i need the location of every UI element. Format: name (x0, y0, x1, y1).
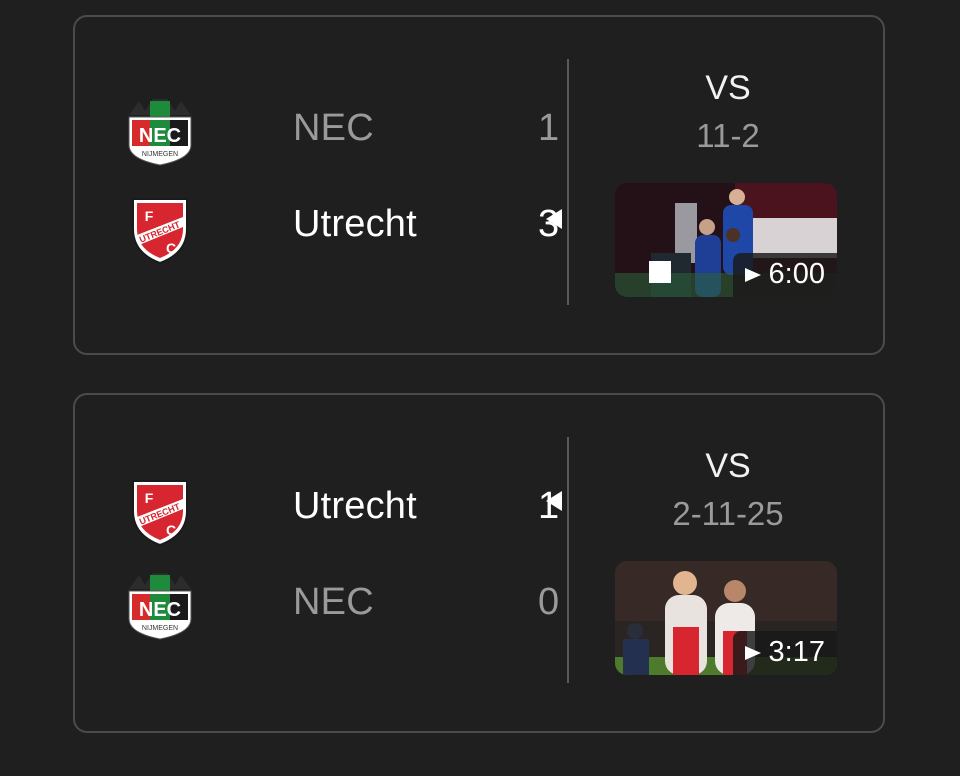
winner-indicator-icon (546, 491, 562, 511)
team-score: 1 (538, 107, 560, 149)
team-row-away: NEC NIJMEGEN NEC 0 (123, 563, 563, 643)
team-row-home: F C UTRECHT Utrecht 1 (123, 467, 563, 547)
match-card-2[interactable]: F C UTRECHT Utrecht 1 NEC NIJMEGEN NEC 0… (73, 393, 885, 733)
svg-text:C: C (166, 522, 176, 538)
nec-nijmegen-logo: NEC NIJMEGEN (128, 573, 192, 640)
match-card-1[interactable]: NEC NIJMEGEN NEC 1 F C UTRECHT Utrecht 3… (73, 15, 885, 355)
team-score: 0 (538, 581, 560, 623)
play-icon (744, 267, 761, 282)
video-thumbnail[interactable]: 3:17 (615, 561, 837, 675)
svg-text:NEC: NEC (139, 599, 181, 621)
play-icon (744, 645, 761, 660)
svg-text:F: F (145, 208, 154, 224)
team-name: Utrecht (293, 203, 417, 245)
video-duration-badge: 6:00 (732, 253, 837, 297)
divider (567, 59, 569, 305)
team-name: Utrecht (293, 485, 417, 527)
video-duration: 6:00 (768, 258, 825, 290)
fc-utrecht-logo: F C UTRECHT (132, 198, 188, 265)
svg-text:C: C (166, 240, 176, 256)
team-row-home: NEC NIJMEGEN NEC 1 (123, 89, 563, 169)
video-duration-badge: 3:17 (732, 631, 837, 675)
team-name: NEC (293, 581, 374, 623)
svg-text:NEC: NEC (139, 125, 181, 147)
vs-label: VS (705, 69, 751, 107)
fc-utrecht-logo: F C UTRECHT (132, 480, 188, 547)
team-name: NEC (293, 107, 374, 149)
vs-label: VS (705, 447, 751, 485)
winner-indicator-icon (546, 209, 562, 229)
svg-text:NIJMEGEN: NIJMEGEN (142, 625, 178, 632)
match-date: 11-2 (696, 117, 760, 154)
svg-text:F: F (145, 490, 154, 506)
video-thumbnail[interactable]: 6:00 (615, 183, 837, 297)
svg-text:NIJMEGEN: NIJMEGEN (142, 151, 178, 158)
match-date: 2-11-25 (672, 495, 784, 532)
divider (567, 437, 569, 683)
video-duration: 3:17 (768, 636, 825, 668)
team-row-away: F C UTRECHT Utrecht 3 (123, 185, 563, 265)
nec-nijmegen-logo: NEC NIJMEGEN (128, 99, 192, 166)
